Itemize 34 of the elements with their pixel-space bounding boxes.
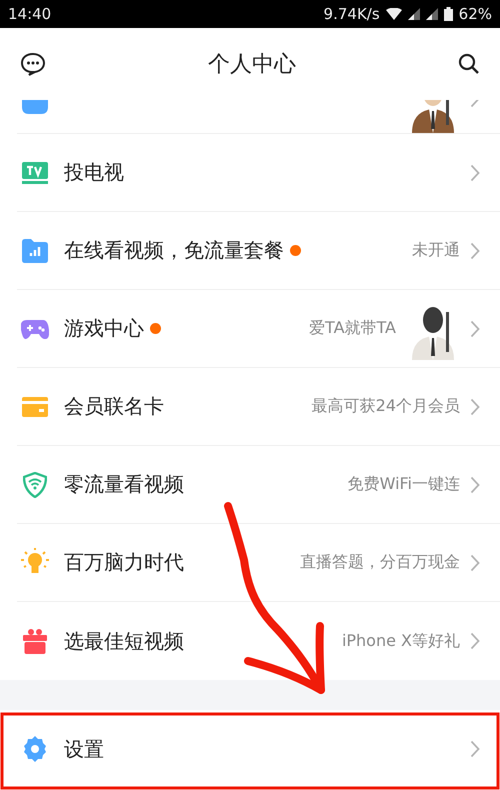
signal-icon (408, 8, 420, 20)
menu-label: 会员联名卡 (64, 393, 164, 420)
wifi-icon (386, 8, 402, 20)
menu-item[interactable]: 游戏中心 爱TA就带TA (17, 290, 500, 368)
menu-label: 在线看视频，免流量套餐 (64, 237, 284, 264)
menu-item[interactable]: 选最佳短视频 iPhone X等好礼 (17, 602, 500, 680)
gift-icon (23, 628, 47, 654)
menu-label: 投电视 (64, 159, 124, 186)
clock-time: 14:40 (8, 5, 52, 23)
menu-label: 选最佳短视频 (64, 628, 184, 654)
menu-hint: 免费WiFi一键连 (348, 474, 460, 495)
gamepad-icon (21, 318, 49, 338)
menu-hint: iPhone X等好礼 (342, 630, 460, 652)
menu-hint: 爱TA就带TA (309, 318, 396, 339)
menu-hint: 最高可获24个月会员 (312, 396, 460, 417)
battery-percent: 62% (458, 5, 492, 23)
menu-hint: 直播答题，分百万现金 (300, 552, 460, 573)
tv-icon (22, 162, 48, 184)
settings-icon (22, 736, 48, 762)
card-icon (22, 396, 48, 416)
menu-label: 百万脑力时代 (64, 549, 184, 576)
battery-icon (444, 7, 453, 21)
page-title: 个人中心 (208, 51, 296, 79)
menu-label: 设置 (64, 736, 104, 762)
search-button[interactable] (458, 53, 480, 75)
network-speed: 9.74K/s (324, 5, 380, 23)
signal-icon (426, 8, 438, 20)
menu-hint: 未开通 (412, 240, 460, 261)
menu-item[interactable]: 设置 (17, 710, 500, 788)
menu-label: 游戏中心 (64, 315, 144, 342)
shield-wifi-icon (23, 472, 47, 498)
folder-chart-icon (22, 238, 48, 262)
message-button[interactable] (20, 52, 46, 76)
menu-label: 零流量看视频 (64, 471, 184, 498)
